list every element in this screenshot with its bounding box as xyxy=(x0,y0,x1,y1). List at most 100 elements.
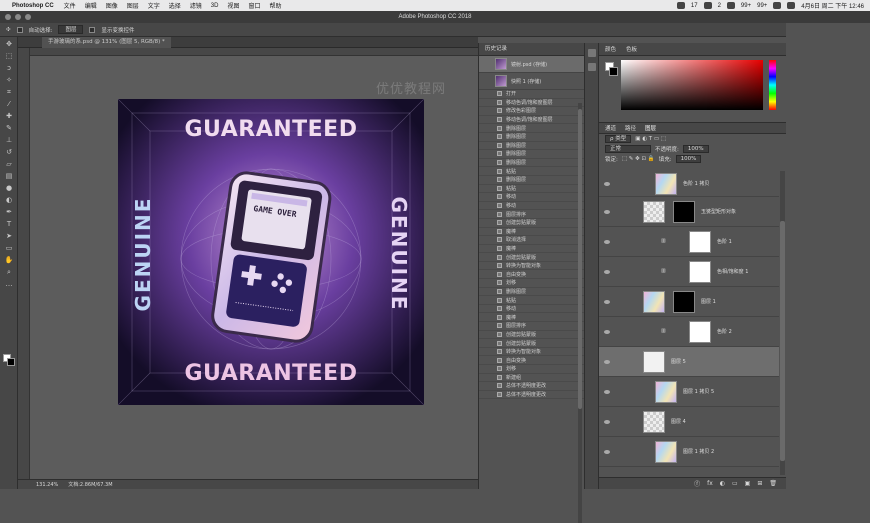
layer-row[interactable]: ▥ 色阶 2 xyxy=(599,317,779,347)
blur-icon[interactable]: ● xyxy=(4,184,14,193)
layer-select-dropdown[interactable]: 图层 xyxy=(58,25,84,34)
history-step[interactable]: 粘贴 xyxy=(479,167,584,176)
menu-view[interactable]: 视图 xyxy=(227,1,239,10)
history-step[interactable]: 修改色彩图层 xyxy=(479,107,584,116)
history-step[interactable]: 移动色调/饱和度图层 xyxy=(479,99,584,108)
history-step[interactable]: 划移 xyxy=(479,365,584,374)
history-step[interactable]: 魔棒 xyxy=(479,245,584,254)
status-count-2[interactable]: 2 xyxy=(718,3,721,9)
layer-thumbnail[interactable] xyxy=(655,441,677,463)
layer-row[interactable]: ▥ 色相/饱和度 1 xyxy=(599,257,779,287)
layers-scroll-thumb[interactable] xyxy=(780,221,785,461)
blend-mode-dropdown[interactable]: 正常 xyxy=(605,145,651,153)
layer-mask-thumbnail[interactable] xyxy=(689,231,711,253)
eyedropper-icon[interactable]: ⁄ xyxy=(4,100,14,109)
history-step[interactable]: 自由变换 xyxy=(479,356,584,365)
menu-file[interactable]: 文件 xyxy=(64,1,76,10)
ruler-vertical[interactable] xyxy=(18,48,30,479)
menu-layer[interactable]: 图层 xyxy=(127,1,139,10)
history-step[interactable]: 删除图层 xyxy=(479,159,584,168)
lasso-icon[interactable]: ↄ xyxy=(4,64,14,73)
history-step[interactable]: 粘贴 xyxy=(479,296,584,305)
history-scrollbar[interactable] xyxy=(578,103,582,523)
menu-filter[interactable]: 滤镜 xyxy=(190,1,202,10)
history-step[interactable]: 魔棒 xyxy=(479,313,584,323)
layer-row[interactable]: 图层 4 xyxy=(599,407,779,437)
visibility-eye-icon[interactable] xyxy=(604,359,610,364)
zoom-level[interactable]: 131.24% xyxy=(36,482,58,488)
history-step[interactable]: 删除图层 xyxy=(479,176,584,185)
layer-row[interactable]: 玉婆型矩形对象 xyxy=(599,197,779,227)
color-field[interactable] xyxy=(621,60,763,110)
history-step[interactable]: 删除图层 xyxy=(479,150,584,159)
history-step[interactable]: 创建剪贴蒙版 xyxy=(479,219,584,228)
layer-thumbnail[interactable] xyxy=(643,201,665,223)
tab-swatches[interactable]: 色板 xyxy=(626,45,637,53)
zoom-button[interactable] xyxy=(25,14,31,20)
minimize-button[interactable] xyxy=(15,14,21,20)
history-snapshot[interactable]: 镜射.psd (存储) xyxy=(479,56,584,73)
mask-icon[interactable]: ◐ xyxy=(720,480,725,487)
filter-icons[interactable]: ▣ ◐ T ▭ ⬚ xyxy=(635,136,666,142)
history-step[interactable]: 移动 xyxy=(479,193,584,202)
history-brush-icon[interactable]: ↺ xyxy=(4,148,14,157)
shape-icon[interactable]: ▭ xyxy=(4,244,14,253)
history-step[interactable]: 创建剪贴蒙版 xyxy=(479,253,584,262)
history-step[interactable]: 删除图层 xyxy=(479,133,584,142)
move-tool-icon[interactable]: ✣ xyxy=(6,27,11,33)
pen-icon[interactable]: ✒ xyxy=(4,208,14,217)
history-step[interactable]: 划移 xyxy=(479,279,584,288)
history-scroll-thumb[interactable] xyxy=(578,109,582,409)
tab-channels[interactable]: 通道 xyxy=(605,124,616,132)
path-select-icon[interactable]: ➤ xyxy=(4,232,14,241)
layer-row[interactable]: 图层 5 xyxy=(599,347,779,377)
visibility-eye-icon[interactable] xyxy=(604,299,610,304)
status-count-3[interactable]: 99+ xyxy=(741,3,751,9)
layer-thumbnail[interactable] xyxy=(655,173,677,195)
kind-filter-dropdown[interactable]: ρ 类型 xyxy=(605,135,632,143)
visibility-eye-icon[interactable] xyxy=(604,269,610,274)
history-step[interactable]: 删除图层 xyxy=(479,142,584,151)
history-step[interactable]: 粘贴 xyxy=(479,185,584,194)
layer-row[interactable]: 图层 1 拷贝 5 xyxy=(599,377,779,407)
history-step[interactable]: 总体不透明度更改 xyxy=(479,391,584,400)
menu-type[interactable]: 文字 xyxy=(148,1,160,10)
layer-row[interactable]: 色阶 1 拷贝 xyxy=(599,171,779,197)
wechat-icon[interactable] xyxy=(703,2,712,9)
history-step[interactable]: 移动 xyxy=(479,202,584,211)
ruler-horizontal[interactable] xyxy=(30,48,478,56)
auto-select-checkbox[interactable] xyxy=(16,26,23,33)
menu-3d[interactable]: 3D xyxy=(211,3,219,9)
layer-row[interactable]: 图层 1 拷贝 2 xyxy=(599,437,779,467)
history-step[interactable]: 转换为智能对象 xyxy=(479,262,584,271)
visibility-eye-icon[interactable] xyxy=(604,389,610,394)
visibility-eye-icon[interactable] xyxy=(604,209,610,214)
background-color-swatch[interactable] xyxy=(7,358,15,366)
properties-icon[interactable] xyxy=(588,49,596,57)
layer-mask-thumbnail[interactable] xyxy=(673,201,695,223)
history-step[interactable]: 图层排序 xyxy=(479,210,584,219)
visibility-eye-icon[interactable] xyxy=(604,329,610,334)
layer-row[interactable]: 图层 1 xyxy=(599,287,779,317)
wifi-icon[interactable] xyxy=(773,2,782,9)
move-icon[interactable]: ✥ xyxy=(4,40,14,49)
layer-thumbnail[interactable] xyxy=(643,351,665,373)
history-step[interactable]: 魔棒 xyxy=(479,228,584,237)
eraser-icon[interactable]: ▱ xyxy=(4,160,14,169)
history-step[interactable]: 移动色调/饱和度图层 xyxy=(479,116,584,125)
history-header[interactable]: 历史记录 xyxy=(479,43,584,56)
layer-thumbnail[interactable] xyxy=(643,411,665,433)
layer-mask-thumbnail[interactable] xyxy=(689,321,711,343)
fx-icon[interactable]: fx xyxy=(707,480,713,487)
layer-thumbnail[interactable] xyxy=(643,291,665,313)
stamp-icon[interactable]: ⊥ xyxy=(4,136,14,145)
healing-icon[interactable]: ✚ xyxy=(4,112,14,121)
menu-window[interactable]: 窗口 xyxy=(248,1,260,10)
status-count-1[interactable]: 17 xyxy=(691,3,698,9)
tab-paths[interactable]: 路径 xyxy=(625,124,636,132)
trash-icon[interactable]: 🗑 xyxy=(769,480,777,487)
layer-thumbnail[interactable] xyxy=(655,381,677,403)
marquee-icon[interactable]: ⬚ xyxy=(4,52,14,61)
doc-size[interactable]: 文档:2.86M/67.3M xyxy=(68,481,112,488)
lock-icons[interactable]: ⬚ ✎ ✥ ⊡ 🔒 xyxy=(622,156,655,162)
